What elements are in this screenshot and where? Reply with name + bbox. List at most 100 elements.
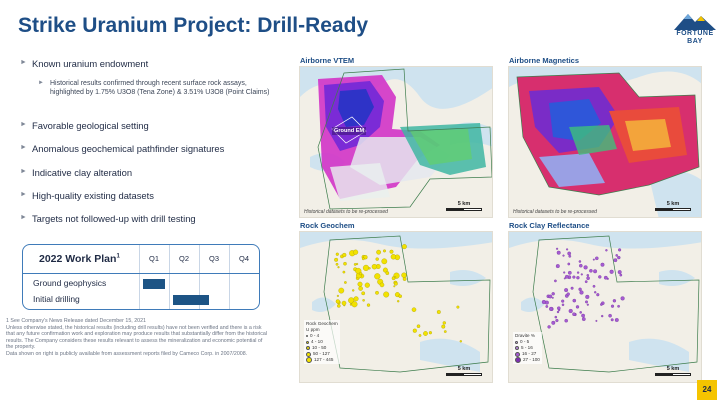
sample-point — [376, 249, 381, 255]
sample-point — [547, 325, 551, 329]
legend-dot-icon — [515, 357, 521, 363]
sample-point — [393, 285, 396, 288]
sample-point — [562, 254, 565, 257]
sample-point — [443, 330, 447, 333]
map-note-vtem: Historical datasets to be re-processed — [304, 209, 388, 215]
sample-point — [374, 273, 381, 280]
scale-label: 5 km — [666, 201, 680, 207]
sample-point — [357, 281, 363, 287]
sample-point — [592, 258, 595, 261]
scale-bar-graphic — [446, 208, 482, 211]
footnote: 1 See Company's News Release dated Decem… — [6, 318, 268, 358]
quarter-header-q4: Q4 — [238, 254, 249, 263]
sample-point — [456, 305, 460, 309]
sample-point — [608, 313, 612, 318]
sample-point — [579, 311, 582, 314]
company-logo: FORTUNE BAY — [670, 8, 720, 54]
sample-point — [563, 277, 566, 280]
sample-point — [617, 255, 621, 260]
arrow-bullet-icon: ► — [20, 214, 27, 221]
sample-point — [337, 266, 340, 269]
sample-point — [598, 275, 602, 279]
sample-point — [564, 288, 569, 293]
sample-point — [593, 269, 598, 274]
sample-point — [605, 249, 608, 252]
scale-label: 5 km — [457, 366, 471, 372]
sample-point — [358, 286, 363, 291]
ground-em-label: Ground EM — [332, 127, 367, 135]
sample-point — [335, 262, 339, 266]
map-title-vtem: Airborne VTEM — [300, 56, 355, 65]
sample-point — [383, 249, 386, 253]
sample-point — [615, 254, 618, 257]
sample-point — [554, 279, 557, 283]
magnetics-map-graphic — [509, 67, 701, 217]
sample-point — [397, 300, 400, 303]
sample-point — [595, 319, 598, 322]
sub-bullet-text: Historical results confirmed through rec… — [50, 80, 270, 96]
sample-point — [610, 304, 615, 308]
sample-point — [578, 260, 582, 263]
logo-text-line2: BAY — [687, 38, 703, 45]
scale-bar-geochem: 5 km — [446, 366, 482, 376]
arrow-bullet-icon: ► — [38, 80, 44, 86]
legend-item: 127 - 445 — [314, 357, 334, 362]
sample-point — [609, 269, 614, 274]
bullet-text: Targets not followed-up with drill testi… — [32, 213, 196, 224]
bullet-text: High-quality existing datasets — [32, 190, 154, 201]
sample-point — [567, 251, 572, 256]
sample-point — [428, 331, 432, 335]
header-divider — [23, 273, 259, 274]
sample-point — [556, 247, 559, 250]
sample-point — [586, 303, 589, 306]
legend-item: 27 - 100 — [523, 357, 540, 362]
sample-point — [418, 334, 422, 337]
sample-point — [617, 304, 620, 308]
sample-point — [561, 303, 565, 307]
sample-point — [351, 301, 358, 308]
sample-point — [342, 252, 347, 258]
scale-bar-graphic — [655, 208, 691, 211]
sample-point — [341, 300, 347, 306]
footnote-line: Unless otherwise stated, the historical … — [6, 324, 268, 351]
sample-point — [423, 331, 428, 336]
sample-point — [366, 303, 371, 307]
work-plan-title-sup: 1 — [116, 253, 120, 260]
sample-point — [401, 244, 407, 250]
sample-point — [583, 265, 588, 270]
legend-row: 127 - 445 — [306, 357, 338, 363]
sample-point — [554, 315, 558, 319]
sample-point — [342, 270, 346, 274]
sample-point — [568, 254, 572, 258]
arrow-bullet-icon: ► — [20, 191, 27, 198]
bullet-item: ► High-quality existing datasets — [20, 190, 154, 201]
sample-point — [336, 294, 339, 297]
legend-dot-icon — [515, 346, 519, 350]
geochem-legend: Rock Geochem U ppm 0 - 4 4 - 10 10 - 50 … — [304, 320, 340, 364]
work-plan-row-label: Initial drilling — [33, 294, 80, 304]
map-magnetics: Historical datasets to be re-processed 5… — [508, 66, 702, 218]
sample-point — [353, 296, 359, 302]
sample-point — [614, 318, 619, 322]
sample-point — [353, 249, 359, 255]
bullet-text: Favorable geological setting — [32, 120, 149, 131]
bullet-text: Anomalous geochemical pathfinder signatu… — [32, 143, 225, 154]
footnote-line: Data shown on right is publicly availabl… — [6, 350, 248, 357]
sample-point — [459, 340, 462, 343]
legend-row: 27 - 100 — [515, 357, 540, 363]
sample-point — [620, 296, 625, 301]
sample-point — [585, 294, 590, 299]
scale-bar-graphic — [655, 373, 691, 376]
scale-label: 5 km — [666, 366, 680, 372]
sample-point — [383, 291, 390, 298]
legend-dot-icon — [515, 351, 520, 357]
sample-point — [579, 290, 584, 295]
sample-point — [412, 328, 417, 333]
sample-point — [551, 292, 555, 296]
sample-point — [589, 269, 593, 273]
sample-point — [612, 299, 617, 303]
sample-point — [619, 273, 623, 277]
sample-point — [381, 258, 388, 265]
sample-point — [618, 248, 622, 252]
sample-point — [610, 318, 614, 322]
